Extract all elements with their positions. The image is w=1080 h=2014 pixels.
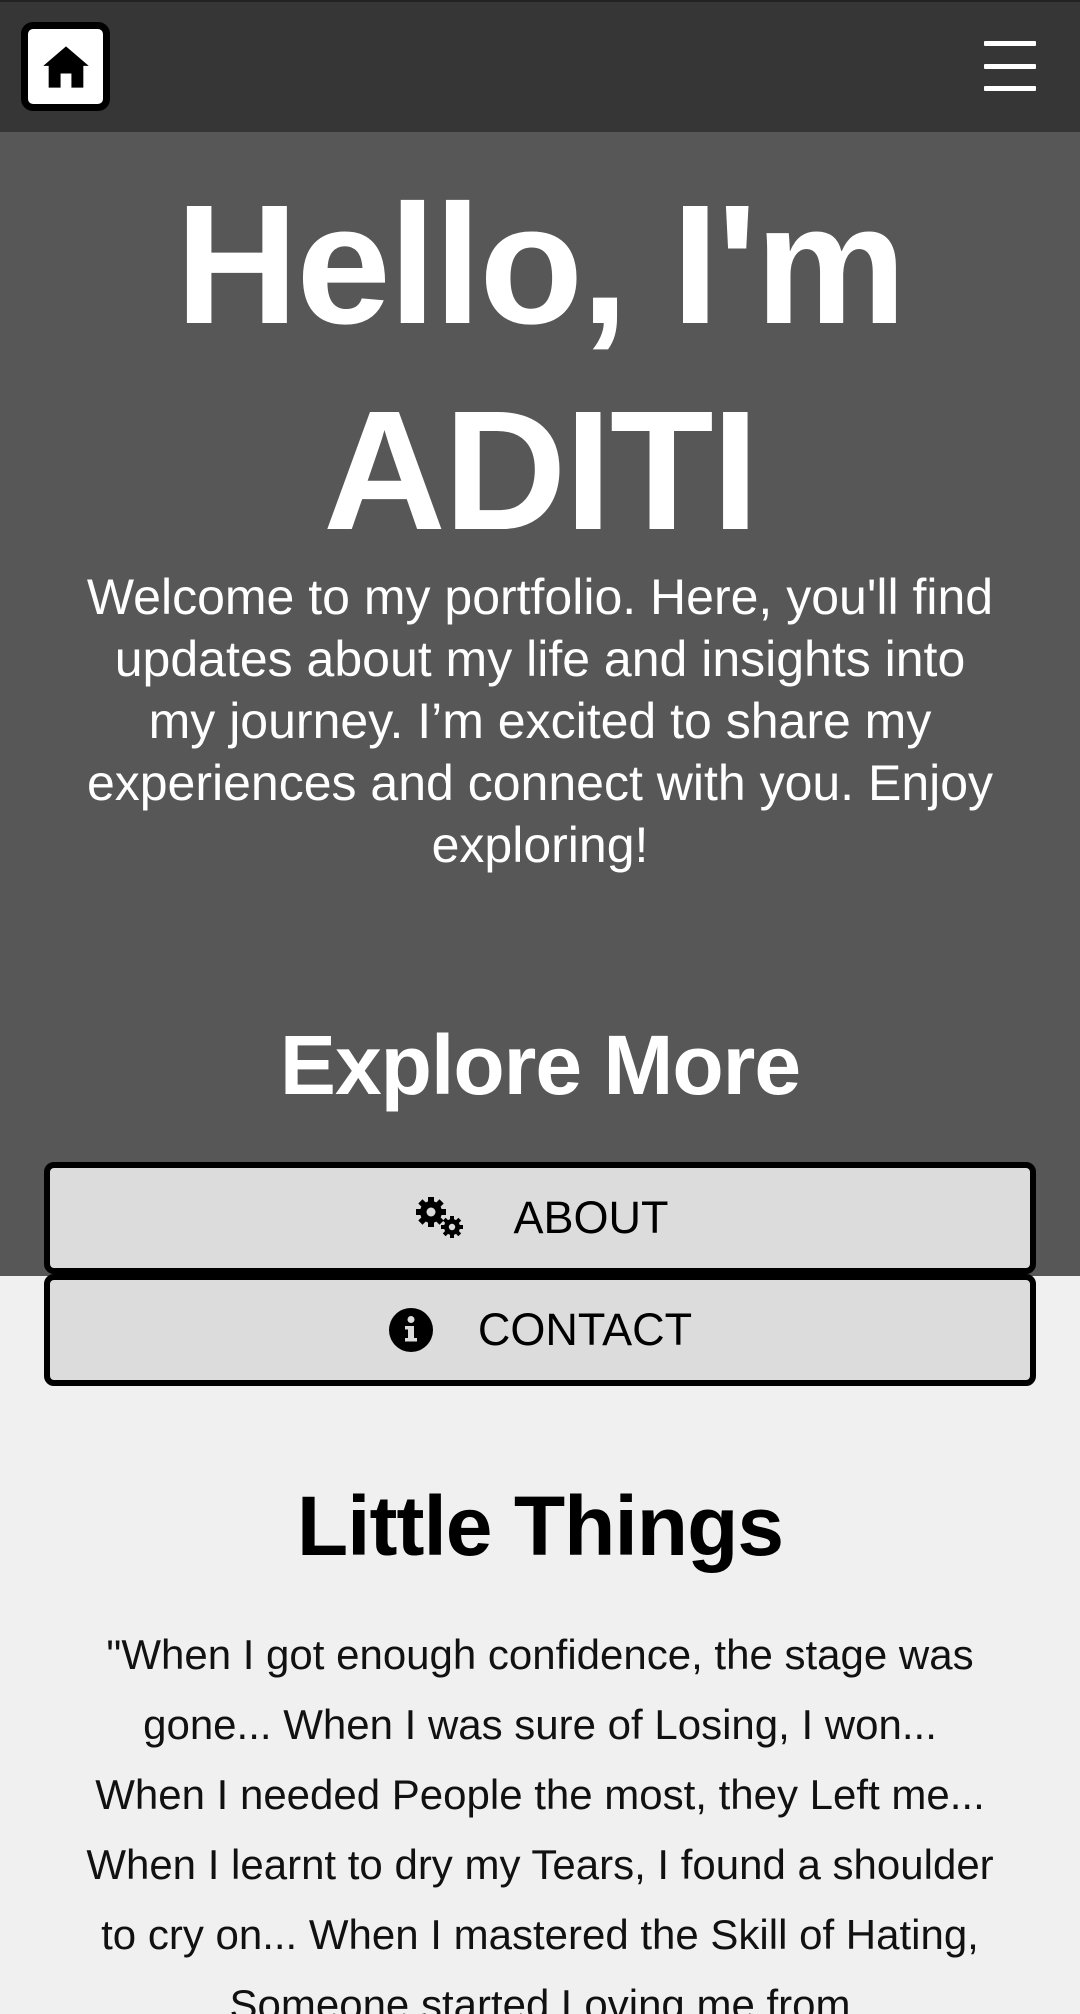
hero-title-line1: Hello, I'm — [175, 170, 907, 360]
about-button[interactable]: ABOUT — [44, 1162, 1036, 1274]
little-things-heading: Little Things — [296, 1479, 784, 1573]
top-navbar — [0, 0, 1080, 132]
hero-intro-text: Welcome to my portfolio. Here, you'll fi… — [86, 569, 994, 873]
hamburger-menu-icon[interactable] — [980, 36, 1040, 96]
explore-more-heading: Explore More — [279, 1018, 801, 1112]
hero-title-name: ADITI — [323, 376, 759, 566]
gears-icon — [416, 1197, 464, 1238]
little-things-quote: "When I got enough confidence, the stage… — [86, 1631, 994, 2014]
info-circle-icon — [388, 1308, 433, 1352]
hero-title: Hello, I'm ADITI — [0, 162, 1080, 574]
home-button[interactable] — [21, 22, 110, 111]
contact-button[interactable]: CONTACT — [44, 1274, 1036, 1386]
about-button-label: ABOUT — [513, 1192, 669, 1243]
contact-button-label: CONTACT — [477, 1304, 693, 1355]
home-icon — [42, 45, 89, 88]
